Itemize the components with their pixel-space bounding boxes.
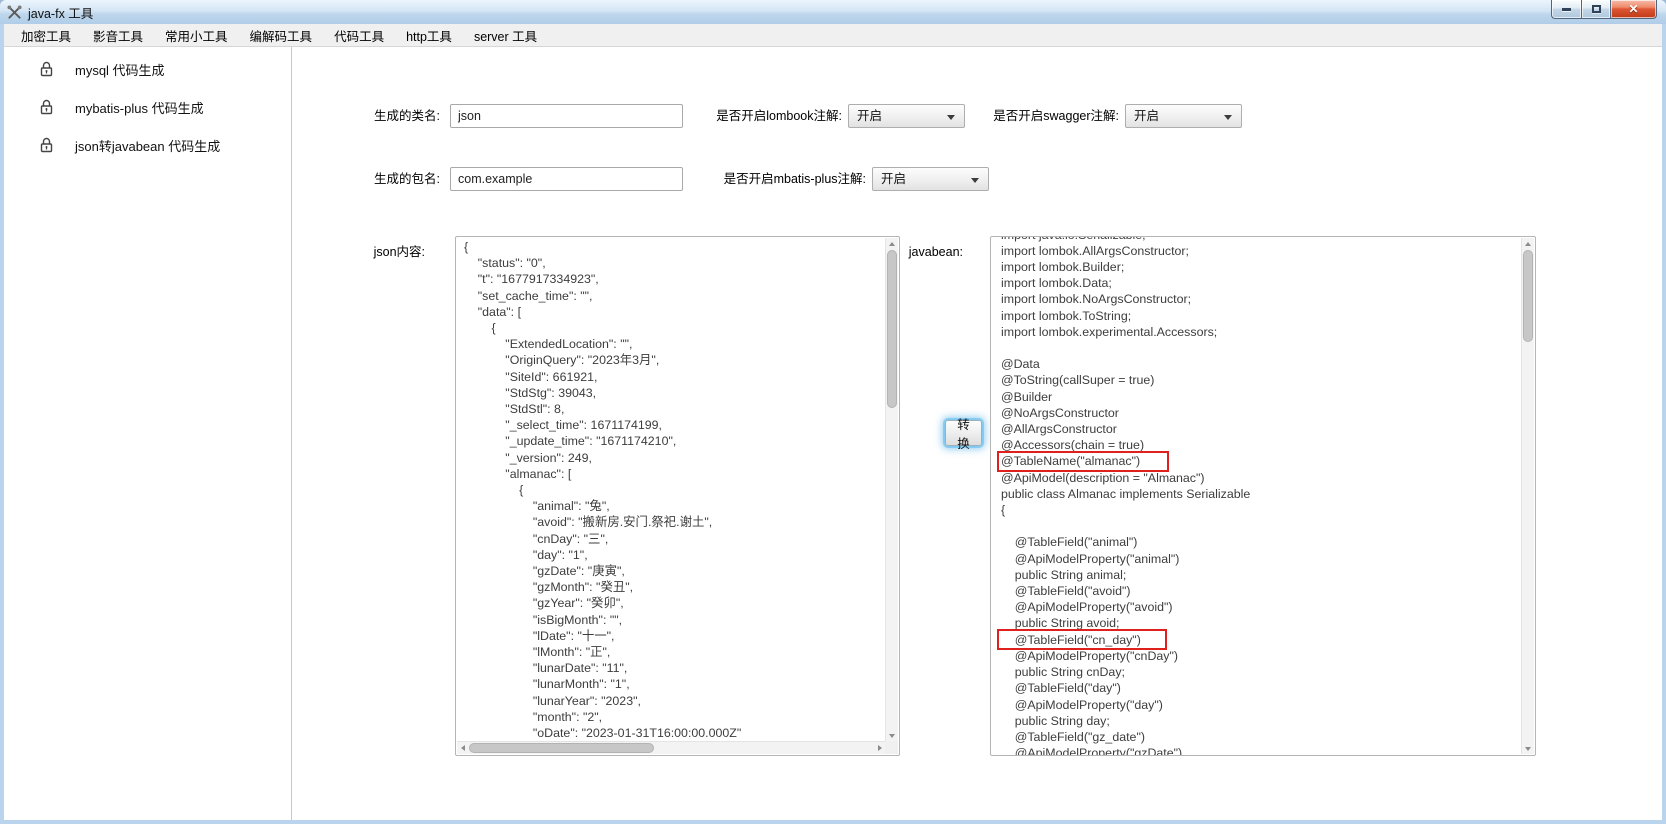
- cn-day-highlight-box: [997, 629, 1167, 650]
- scroll-down-icon[interactable]: [886, 730, 897, 741]
- json-vscroll-thumb[interactable]: [887, 250, 897, 408]
- sidebar: mysql 代码生成 mybatis-plus 代码生成 jso: [4, 47, 292, 820]
- javabean-vscroll-thumb[interactable]: [1523, 250, 1533, 342]
- menu-codec-tools[interactable]: 编解码工具: [239, 23, 324, 48]
- javabean-label: javabean:: [813, 240, 963, 264]
- close-icon: ✕: [1628, 3, 1638, 15]
- lombok-toggle-label: 是否开启lombook注解:: [678, 104, 842, 128]
- menu-media-tools[interactable]: 影音工具: [82, 23, 154, 48]
- sidebar-item-label: mysql 代码生成: [75, 60, 165, 79]
- mybatis-plus-select[interactable]: 开启: [872, 167, 989, 191]
- swagger-toggle-label: 是否开启swagger注解:: [955, 104, 1119, 128]
- maximize-icon: [1592, 5, 1601, 13]
- menu-server-tools[interactable]: server 工具: [463, 23, 548, 48]
- mybatis-plus-toggle-label: 是否开启mbatis-plus注解:: [682, 167, 866, 191]
- chevron-down-icon: [947, 115, 955, 120]
- class-name-label: 生成的类名:: [300, 104, 440, 128]
- swagger-select[interactable]: 开启: [1125, 104, 1242, 128]
- scrollbar-corner: [885, 741, 898, 754]
- scroll-down-icon[interactable]: [1522, 743, 1533, 754]
- app-tools-icon: [7, 5, 22, 20]
- json-horizontal-scrollbar[interactable]: [457, 741, 885, 754]
- javabean-vertical-scrollbar[interactable]: [1521, 238, 1534, 754]
- sidebar-item-label: mybatis-plus 代码生成: [75, 98, 204, 117]
- javabean-output-editor[interactable]: import java.io.Serializable; import lomb…: [990, 236, 1536, 756]
- chevron-down-icon: [1224, 115, 1232, 120]
- tablename-highlight-box: [997, 451, 1169, 472]
- scroll-left-icon[interactable]: [457, 742, 468, 753]
- minimize-icon: [1562, 8, 1571, 11]
- window-controls: ✕: [1551, 0, 1657, 19]
- json-hscroll-thumb[interactable]: [469, 743, 654, 753]
- sidebar-item-mybatis-plus-codegen[interactable]: mybatis-plus 代码生成: [40, 95, 204, 119]
- json-content-editor[interactable]: { "status": "0", "t": "1677917334923", "…: [455, 236, 900, 756]
- swagger-selected-value: 开启: [1134, 109, 1159, 123]
- package-name-input[interactable]: [450, 167, 683, 191]
- menu-http-tools[interactable]: http工具: [395, 23, 463, 48]
- javabean-output-text: import java.io.Serializable; import lomb…: [991, 236, 1535, 756]
- convert-button[interactable]: 转换: [945, 420, 982, 446]
- json-content-label: json内容:: [300, 240, 425, 264]
- lock-icon: [40, 61, 53, 77]
- menu-bar: 加密工具 影音工具 常用小工具 编解码工具 代码工具 http工具 server…: [4, 24, 1662, 47]
- lock-icon: [40, 137, 53, 153]
- sidebar-item-mysql-codegen[interactable]: mysql 代码生成: [40, 57, 165, 81]
- close-button[interactable]: ✕: [1611, 0, 1657, 19]
- sidebar-item-json-to-javabean-codegen[interactable]: json转javabean 代码生成: [40, 133, 220, 157]
- lock-icon: [40, 99, 53, 115]
- window-title: java-fx 工具: [28, 3, 93, 22]
- json-vertical-scrollbar[interactable]: [885, 238, 898, 741]
- mybatis-plus-selected-value: 开启: [881, 172, 906, 186]
- minimize-button[interactable]: [1551, 0, 1581, 19]
- scroll-up-icon[interactable]: [1522, 238, 1533, 249]
- sidebar-item-label: json转javabean 代码生成: [75, 136, 220, 155]
- package-name-label: 生成的包名:: [300, 167, 440, 191]
- main-content: mysql 代码生成 mybatis-plus 代码生成 jso: [4, 47, 1662, 820]
- class-name-input[interactable]: [450, 104, 683, 128]
- scroll-right-icon[interactable]: [874, 742, 885, 753]
- menu-common-tools[interactable]: 常用小工具: [154, 23, 239, 48]
- lombok-select[interactable]: 开启: [848, 104, 965, 128]
- app-window: java-fx 工具 ✕ 加密工具 影音工具 常用小工具 编解码工具 代码工具 …: [0, 0, 1666, 824]
- chevron-down-icon: [971, 178, 979, 183]
- menu-code-tools[interactable]: 代码工具: [323, 23, 395, 48]
- json-content-text: { "status": "0", "t": "1677917334923", "…: [456, 239, 899, 741]
- menu-encrypt-tools[interactable]: 加密工具: [10, 23, 82, 48]
- maximize-button[interactable]: [1581, 0, 1611, 19]
- lombok-selected-value: 开启: [857, 109, 882, 123]
- title-bar[interactable]: java-fx 工具 ✕: [0, 0, 1666, 24]
